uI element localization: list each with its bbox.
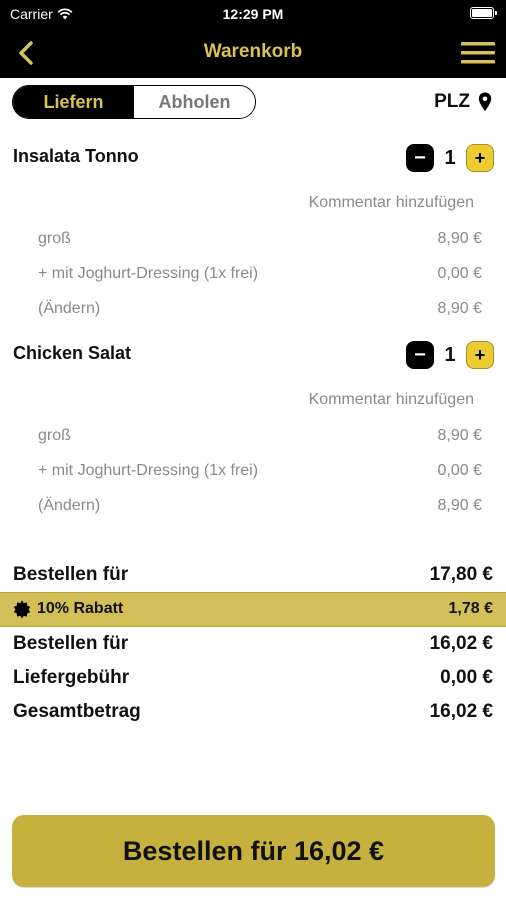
battery-icon bbox=[470, 7, 497, 19]
discount-label: 10% Rabatt bbox=[37, 600, 124, 617]
plz-label: PLZ bbox=[434, 91, 470, 112]
delivery-toggle: Liefern Abholen bbox=[12, 85, 256, 119]
option-price: 0,00 € bbox=[437, 265, 482, 282]
delivery-fee-row: Liefergebühr 0,00 € bbox=[13, 667, 493, 689]
item-name: Chicken Salat bbox=[13, 343, 132, 363]
hamburger-menu-icon[interactable] bbox=[460, 38, 496, 68]
clock: 12:29 PM bbox=[222, 6, 284, 22]
plus-icon: + bbox=[474, 148, 486, 168]
quantity-value: 1 bbox=[444, 146, 456, 169]
quantity-stepper: − 1 + bbox=[406, 341, 494, 369]
quantity-stepper: − 1 + bbox=[406, 144, 494, 172]
badge-icon bbox=[13, 600, 31, 618]
toggle-abholen[interactable]: Abholen bbox=[134, 86, 255, 118]
option-price: 8,90 € bbox=[437, 300, 482, 317]
subtotal-label: Bestellen für bbox=[13, 564, 129, 585]
option-row: + mit Joghurt-Dressing (1x frei) 0,00 € bbox=[38, 462, 482, 480]
discount-value: 1,78 € bbox=[448, 600, 493, 617]
option-label: + mit Joghurt-Dressing (1x frei) bbox=[38, 462, 259, 479]
plus-icon: + bbox=[474, 345, 486, 365]
delivery-fee-value: 0,00 € bbox=[440, 667, 493, 688]
nav-bar: Warenkorb bbox=[0, 28, 506, 78]
option-row: groß 8,90 € bbox=[38, 230, 482, 248]
minus-icon: − bbox=[414, 147, 426, 169]
location-pin-icon bbox=[478, 92, 492, 111]
page-title: Warenkorb bbox=[203, 41, 303, 62]
subtotal-row: Bestellen für 17,80 € bbox=[13, 564, 493, 586]
item-name: Insalata Tonno bbox=[13, 146, 139, 166]
option-row: groß 8,90 € bbox=[38, 427, 482, 445]
option-price: 8,90 € bbox=[437, 497, 482, 514]
option-price: 0,00 € bbox=[437, 462, 482, 479]
discount-row: 10% Rabatt 1,78 € bbox=[0, 592, 506, 627]
discounted-subtotal-row: Bestellen für 16,02 € bbox=[13, 633, 493, 655]
change-link[interactable]: (Ändern) bbox=[38, 300, 100, 318]
minus-icon: − bbox=[414, 344, 426, 366]
option-price: 8,90 € bbox=[437, 230, 482, 247]
minus-button[interactable]: − bbox=[406, 341, 434, 369]
add-comment-link[interactable]: Kommentar hinzufügen bbox=[309, 194, 474, 212]
total-row: Gesamtbetrag 16,02 € bbox=[13, 701, 493, 723]
option-row: + mit Joghurt-Dressing (1x frei) 0,00 € bbox=[38, 265, 482, 283]
discounted-subtotal-value: 16,02 € bbox=[429, 633, 493, 654]
total-label: Gesamtbetrag bbox=[13, 701, 141, 722]
option-row: (Ändern) 8,90 € bbox=[38, 300, 482, 318]
discounted-subtotal-label: Bestellen für bbox=[13, 633, 129, 654]
minus-button[interactable]: − bbox=[406, 144, 434, 172]
subtotal-value: 17,80 € bbox=[429, 564, 493, 585]
plus-button[interactable]: + bbox=[466, 341, 494, 369]
delivery-fee-label: Liefergebühr bbox=[13, 667, 130, 688]
plus-button[interactable]: + bbox=[466, 144, 494, 172]
add-comment-link[interactable]: Kommentar hinzufügen bbox=[309, 391, 474, 409]
option-row: (Ändern) 8,90 € bbox=[38, 497, 482, 515]
option-label: + mit Joghurt-Dressing (1x frei) bbox=[38, 265, 259, 282]
option-label: groß bbox=[38, 427, 71, 444]
change-link[interactable]: (Ändern) bbox=[38, 497, 100, 515]
option-price: 8,90 € bbox=[437, 427, 482, 444]
option-label: groß bbox=[38, 230, 71, 247]
plz-selector[interactable]: PLZ bbox=[434, 91, 492, 113]
quantity-value: 1 bbox=[444, 343, 456, 366]
toggle-liefern[interactable]: Liefern bbox=[13, 86, 134, 118]
status-bar: Carrier 12:29 PM bbox=[0, 0, 506, 28]
total-value: 16,02 € bbox=[429, 701, 493, 722]
order-button[interactable]: Bestellen für 16,02 € bbox=[12, 815, 495, 887]
